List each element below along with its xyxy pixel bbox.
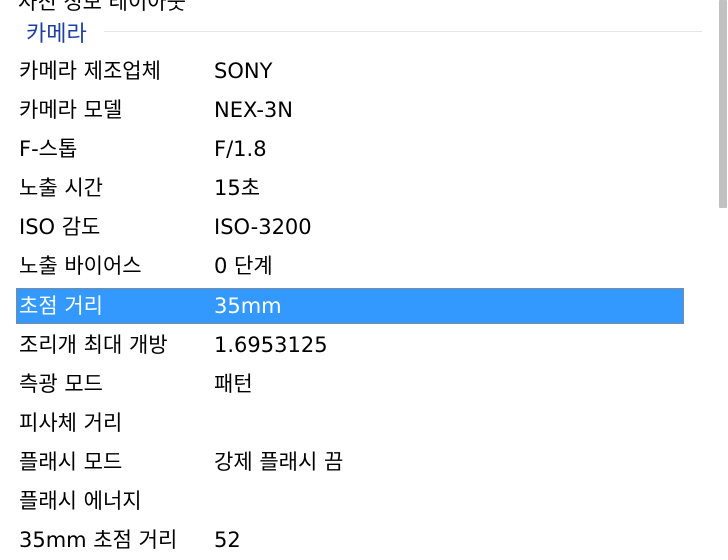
property-row[interactable]: 노출 시간 15초 [16, 169, 684, 208]
property-name: 플래시 에너지 [19, 488, 142, 513]
property-name: 노출 바이어스 [19, 254, 142, 279]
property-value: 35mm [214, 293, 282, 318]
property-row[interactable]: 35mm 초점 거리 52 [16, 521, 684, 560]
property-value: 패턴 [214, 371, 253, 396]
property-name: 플래시 모드 [19, 449, 123, 474]
property-row[interactable]: ISO 감도 ISO-3200 [16, 208, 684, 247]
property-row[interactable]: 플래시 모드 강제 플래시 끔 [16, 443, 684, 482]
property-value: SONY [214, 59, 273, 83]
section-divider [104, 31, 702, 32]
property-name: 피사체 거리 [19, 410, 123, 435]
partially-visible-row-name: 사진 정보 레이아웃 [18, 0, 186, 14]
property-name: 카메라 모델 [19, 98, 123, 123]
property-value: 0 단계 [214, 254, 273, 279]
property-row[interactable]: 조리개 최대 개방 1.6953125 [16, 326, 684, 365]
property-name: ISO 감도 [19, 215, 101, 240]
property-name: 35mm 초점 거리 [19, 528, 178, 553]
property-row[interactable]: 카메라 제조업체 SONY [16, 52, 684, 91]
property-row[interactable]: 카메라 모델 NEX-3N [16, 91, 684, 130]
property-name: F-스톱 [19, 137, 78, 162]
property-row-selected[interactable]: 초점 거리 35mm [16, 287, 684, 324]
property-row[interactable]: 플래시 에너지 [16, 482, 684, 521]
partially-visible-row: 사진 정보 레이아웃 [18, 0, 186, 16]
property-row[interactable]: 측광 모드 패턴 [16, 365, 684, 404]
property-row[interactable]: 피사체 거리 [16, 404, 684, 443]
property-value: NEX-3N [214, 98, 293, 123]
property-row[interactable]: 노출 바이어스 0 단계 [16, 247, 684, 286]
vertical-scrollbar[interactable] [718, 0, 728, 555]
property-name: 측광 모드 [19, 371, 103, 396]
scrollbar-thumb[interactable] [719, 0, 727, 208]
property-name: 노출 시간 [19, 176, 103, 201]
property-value: F/1.8 [214, 137, 267, 162]
property-value: 강제 플래시 끔 [214, 449, 344, 474]
property-value: 15초 [214, 176, 261, 201]
property-name: 카메라 제조업체 [19, 59, 161, 83]
section-header-camera: 카메라 [26, 22, 87, 47]
property-value: 52 [214, 528, 241, 553]
property-value: ISO-3200 [214, 215, 312, 240]
properties-list: 카메라 제조업체 SONY 카메라 모델 NEX-3N F-스톱 F/1.8 노출 시… [16, 52, 684, 560]
property-name: 조리개 최대 개방 [19, 332, 168, 357]
property-name: 초점 거리 [19, 293, 103, 318]
property-value: 1.6953125 [214, 332, 328, 357]
property-row[interactable]: F-스톱 F/1.8 [16, 130, 684, 169]
